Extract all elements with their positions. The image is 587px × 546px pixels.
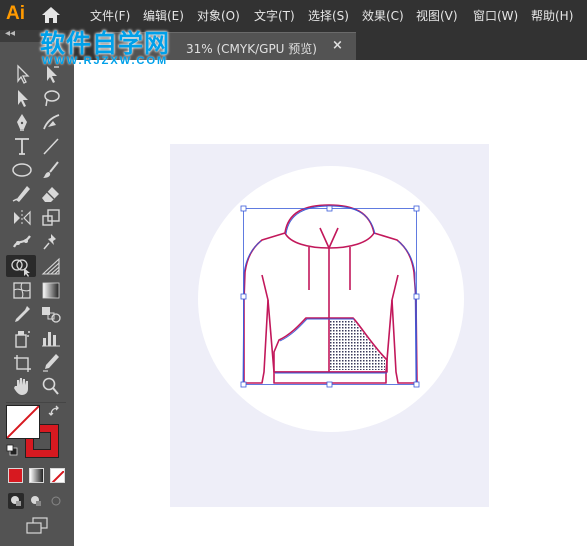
fill-swatch[interactable] xyxy=(6,405,40,439)
symbol-sprayer-icon[interactable] xyxy=(10,327,34,349)
pen-icon[interactable] xyxy=(10,111,34,133)
default-fill-stroke-icon[interactable] xyxy=(6,444,18,456)
toolbar-divider xyxy=(6,402,66,403)
perspective-grid-icon[interactable] xyxy=(39,255,63,277)
puppet-warp-icon[interactable] xyxy=(10,231,34,253)
draw-normal-icon[interactable] xyxy=(8,493,24,509)
gradient-mode-button[interactable] xyxy=(29,468,44,483)
artboard-icon[interactable] xyxy=(10,351,34,373)
ellipse-icon[interactable] xyxy=(10,159,34,181)
line-segment-icon[interactable] xyxy=(39,135,63,157)
hand-icon[interactable] xyxy=(10,375,34,397)
column-graph-icon[interactable] xyxy=(39,327,63,349)
type-icon[interactable] xyxy=(10,135,34,157)
hoodie-artwork xyxy=(240,204,420,388)
draw-inside-icon[interactable] xyxy=(48,493,64,509)
selection-tool-icon[interactable] xyxy=(10,63,34,85)
blend-icon[interactable] xyxy=(39,303,63,325)
reflect-icon[interactable] xyxy=(10,207,34,229)
draw-behind-icon[interactable] xyxy=(28,493,44,509)
zoom-icon[interactable] xyxy=(39,375,63,397)
watermark-url: WWW.RJZXW.COM xyxy=(42,55,169,67)
shaper-icon[interactable] xyxy=(10,183,34,205)
tools-panel: ◂◂ xyxy=(0,28,74,546)
paintbrush-icon[interactable] xyxy=(39,159,63,181)
selection-arrow-icon[interactable] xyxy=(10,87,34,109)
shape-builder-icon[interactable] xyxy=(6,255,36,277)
color-mode-button[interactable] xyxy=(8,468,23,483)
screen-mode-icon[interactable] xyxy=(24,517,50,535)
swap-fill-stroke-icon[interactable] xyxy=(48,405,62,419)
slice-icon[interactable] xyxy=(39,351,63,373)
pin-icon[interactable] xyxy=(39,231,63,253)
collapse-icon[interactable]: ◂◂ xyxy=(5,28,15,39)
scale-icon[interactable] xyxy=(39,207,63,229)
curvature-icon[interactable] xyxy=(39,111,63,133)
gradient-icon[interactable] xyxy=(39,279,63,301)
lasso-icon[interactable] xyxy=(39,87,63,109)
eraser-icon[interactable] xyxy=(39,183,63,205)
eyedropper-icon[interactable] xyxy=(10,303,34,325)
none-mode-button[interactable] xyxy=(50,468,65,483)
mesh-icon[interactable] xyxy=(10,279,34,301)
pocket-pattern xyxy=(330,320,385,370)
